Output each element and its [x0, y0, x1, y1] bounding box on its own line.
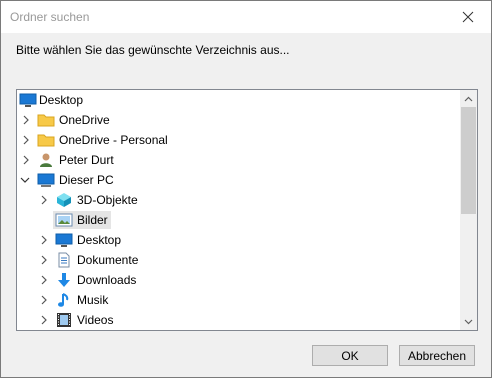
tree-item-this-pc[interactable]: Dieser PC — [17, 170, 457, 190]
computer-icon — [37, 172, 55, 188]
cancel-button[interactable]: Abbrechen — [399, 345, 475, 366]
arrow-up-icon — [464, 96, 473, 101]
chevron-right-icon[interactable] — [39, 274, 49, 286]
tree-item-onedrive-personal[interactable]: OneDrive - Personal — [17, 130, 457, 150]
tree-item-videos[interactable]: Videos — [17, 310, 457, 330]
chevron-right-icon[interactable] — [39, 234, 49, 246]
downloads-icon — [55, 272, 73, 288]
tree-item-user-folder[interactable]: Peter Durt — [17, 150, 457, 170]
tree-item-label: Dieser PC — [59, 173, 114, 187]
tree-item-label: Downloads — [77, 273, 137, 287]
tree-item-label: OneDrive — [59, 113, 110, 127]
vertical-scrollbar[interactable] — [460, 90, 477, 330]
tree-item-pictures[interactable]: Bilder — [17, 210, 457, 230]
folder-icon — [37, 132, 55, 148]
tree-item-downloads[interactable]: Downloads — [17, 270, 457, 290]
close-button[interactable] — [445, 1, 491, 33]
tree-item-label: Videos — [77, 313, 114, 327]
tree-item-label: Musik — [77, 293, 109, 307]
tree-item-desktop-root[interactable]: Desktop — [17, 90, 457, 110]
chevron-right-icon[interactable] — [21, 154, 31, 166]
ok-button[interactable]: OK — [312, 345, 388, 366]
pictures-icon — [55, 212, 73, 228]
folder-tree[interactable]: Desktop OneDrive OneDrive - Personal Pet… — [16, 89, 478, 331]
tree-item-label: Dokumente — [77, 253, 139, 267]
tree-item-documents[interactable]: Dokumente — [17, 250, 457, 270]
chevron-right-icon[interactable] — [21, 134, 31, 146]
tree-item-label: Peter Durt — [59, 153, 114, 167]
folder-icon — [37, 112, 55, 128]
tree-item-3d-objects[interactable]: 3D-Objekte — [17, 190, 457, 210]
videos-icon — [55, 312, 73, 328]
browse-folder-dialog: Ordner suchen Bitte wählen Sie das gewün… — [0, 0, 492, 378]
tree-item-label: Desktop — [39, 93, 84, 107]
3d-objects-icon — [55, 192, 73, 208]
tree-item-label: 3D-Objekte — [77, 193, 138, 207]
tree-item-label: OneDrive - Personal — [59, 133, 168, 147]
instruction-text: Bitte wählen Sie das gewünschte Verzeich… — [16, 43, 290, 57]
chevron-right-icon[interactable] — [39, 254, 49, 266]
window-title: Ordner suchen — [10, 10, 90, 24]
user-icon — [37, 152, 55, 168]
tree-item-label: Desktop — [77, 233, 122, 247]
chevron-right-icon[interactable] — [21, 114, 31, 126]
desktop-icon — [55, 232, 73, 248]
tree-item-music[interactable]: Musik — [17, 290, 457, 310]
chevron-down-icon[interactable] — [20, 174, 30, 186]
music-icon — [55, 292, 73, 308]
arrow-down-icon — [464, 319, 473, 324]
tree-item-label: Bilder — [77, 213, 108, 227]
tree-item-onedrive[interactable]: OneDrive — [17, 110, 457, 130]
scroll-down-button[interactable] — [460, 313, 477, 330]
desktop-icon — [19, 92, 37, 108]
title-bar: Ordner suchen — [1, 1, 491, 33]
close-icon — [462, 11, 474, 23]
documents-icon — [55, 252, 73, 268]
chevron-right-icon[interactable] — [39, 314, 49, 326]
chevron-right-icon[interactable] — [39, 194, 49, 206]
scroll-up-button[interactable] — [460, 90, 477, 107]
chevron-right-icon[interactable] — [39, 294, 49, 306]
scroll-thumb[interactable] — [461, 107, 476, 214]
tree-item-desktop[interactable]: Desktop — [17, 230, 457, 250]
